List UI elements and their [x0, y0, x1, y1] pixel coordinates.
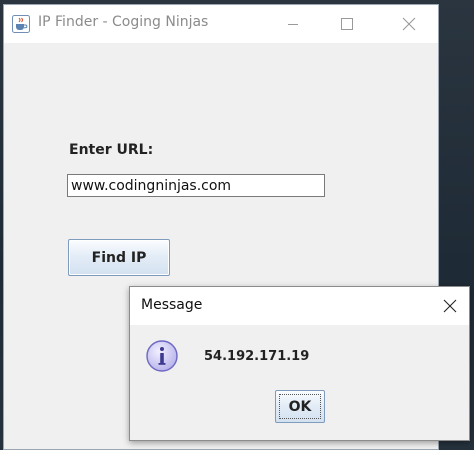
ok-button[interactable]: OK — [275, 390, 325, 423]
find-ip-button[interactable]: Find IP — [68, 239, 170, 276]
ip-result-text: 54.192.171.19 — [204, 349, 310, 364]
minimize-icon — [288, 24, 298, 25]
window-title: IP Finder - Coging Ninjas — [38, 14, 209, 30]
url-input[interactable] — [67, 174, 325, 197]
close-button[interactable] — [386, 5, 432, 43]
minimize-button[interactable] — [270, 5, 316, 43]
java-cup-icon — [12, 15, 30, 33]
dialog-title: Message — [141, 297, 203, 313]
maximize-button[interactable] — [324, 5, 370, 43]
dialog-titlebar[interactable]: Message — [130, 287, 469, 325]
close-icon — [443, 299, 457, 313]
ok-button-label: OK — [288, 398, 312, 415]
dialog-close-button[interactable] — [431, 287, 469, 325]
maximize-icon — [341, 18, 353, 30]
close-icon — [402, 17, 416, 31]
url-label: Enter URL: — [69, 142, 154, 158]
message-dialog: Message 54.192.171.19 OK — [129, 286, 470, 441]
info-icon — [145, 339, 179, 373]
main-titlebar[interactable]: IP Finder - Coging Ninjas — [4, 5, 438, 43]
